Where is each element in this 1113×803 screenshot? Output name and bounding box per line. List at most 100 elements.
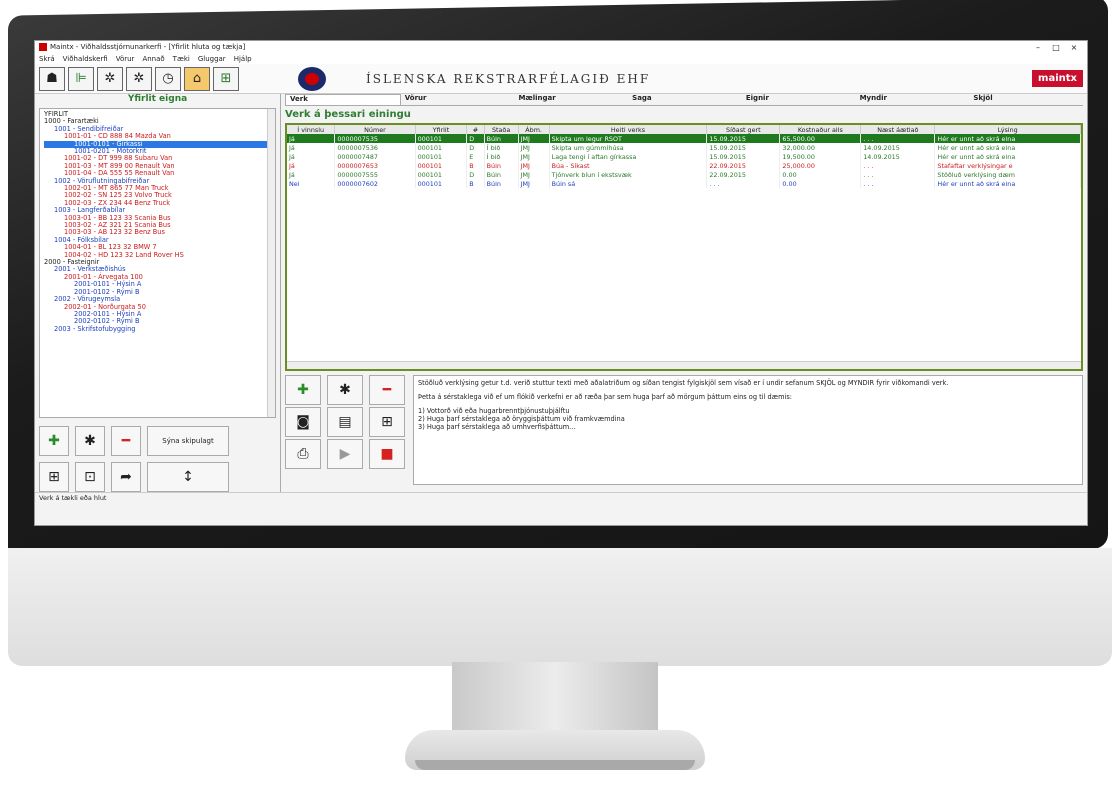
- menu-item-products[interactable]: Vörur: [116, 55, 135, 63]
- table-cell: Já: [287, 152, 336, 161]
- table-row[interactable]: Já 0000007536 000101 D Í bið JMJ Skipta um gúm…: [287, 143, 1081, 152]
- table-cell: 0.00: [779, 179, 862, 188]
- table-cell: Já: [287, 134, 336, 143]
- tab-documents[interactable]: Skjöl: [969, 94, 1083, 105]
- main-body: Yfirlit eigna YFIRLIT 1000 - Farartæki 100…: [35, 94, 1087, 492]
- notes-paragraph-2: Þetta á sérstaklega við ef um flókið ver…: [418, 393, 793, 401]
- monitor-chin: [8, 548, 1112, 666]
- tab-measurements[interactable]: Mælingar: [514, 94, 628, 105]
- add-task-icon[interactable]: ✚: [285, 375, 321, 405]
- table-cell: 000101: [415, 170, 468, 179]
- printer-icon[interactable]: ⎙: [285, 439, 321, 469]
- menu-item-tools[interactable]: Tæki: [173, 55, 190, 63]
- play-icon[interactable]: ▶: [327, 439, 363, 469]
- table-cell: JMJ: [518, 143, 550, 152]
- expand-vertical-icon[interactable]: ↕: [147, 462, 229, 492]
- column-header[interactable]: Lýsing: [934, 125, 1081, 134]
- task-settings-icon[interactable]: ✱: [327, 375, 363, 405]
- table-cell: Hér er unnt að skrá eina: [934, 143, 1081, 152]
- gears-icon[interactable]: ✲: [97, 66, 123, 91]
- table-cell: B: [466, 161, 485, 170]
- column-header[interactable]: Yfirlit: [415, 125, 468, 134]
- table-cell: 25,000.00: [779, 161, 862, 170]
- column-header[interactable]: Staða: [484, 125, 519, 134]
- column-header[interactable]: Síðast gert: [706, 125, 781, 134]
- column-header[interactable]: #: [466, 125, 485, 134]
- arrow-icon[interactable]: ➦: [111, 462, 141, 492]
- table-cell: JMJ: [518, 152, 550, 161]
- stop-icon[interactable]: ■: [369, 439, 405, 469]
- tree-scrollbar[interactable]: [267, 108, 275, 417]
- monitor-stand-base-shadow: [415, 760, 695, 770]
- monitor-stand-neck: [452, 662, 658, 736]
- column-header[interactable]: Í vinnslu: [287, 125, 336, 134]
- asset-tree[interactable]: YFIRLIT 1000 - Farartæki 1001 - Sendibifre…: [39, 107, 276, 418]
- remove-task-icon[interactable]: ━: [369, 375, 405, 405]
- table-cell: Já: [287, 161, 336, 170]
- table-row[interactable]: Já 0000007535 000101 D Búin JMJ Skipta um legu…: [287, 134, 1081, 143]
- menu-item-help[interactable]: Hjálp: [234, 55, 252, 63]
- column-header[interactable]: Næst áætlað: [860, 125, 936, 134]
- tab-products[interactable]: Vörur: [401, 94, 515, 105]
- column-header[interactable]: Kostnaður alls: [779, 125, 862, 134]
- grid-icon[interactable]: ⊞: [39, 462, 69, 492]
- settings-icon[interactable]: ✱: [75, 426, 105, 456]
- menu-item-file[interactable]: Skrá: [39, 55, 55, 63]
- table-cell: 000101: [415, 134, 468, 143]
- maximize-button[interactable]: □: [1047, 43, 1065, 52]
- menu-item-other[interactable]: Annað: [142, 55, 164, 63]
- remove-icon[interactable]: ━: [111, 426, 141, 456]
- add-icon[interactable]: ✚: [39, 426, 69, 456]
- right-panel: Verk Vörur Mælingar Saga Eignir Myndir S…: [281, 94, 1087, 492]
- table-cell: 14.09.2015: [860, 143, 936, 152]
- warehouse-icon[interactable]: ⌂: [184, 66, 210, 91]
- table-cell: 000101: [415, 161, 468, 170]
- table-cell: JMJ: [518, 134, 550, 143]
- table-cell: JMJ: [518, 170, 550, 179]
- table-cell: . . .: [860, 179, 936, 188]
- tab-history[interactable]: Saga: [628, 94, 742, 105]
- task-description[interactable]: Stöðluð verklýsing getur t.d. verið stut…: [413, 375, 1083, 485]
- tree-icon[interactable]: ⊫: [68, 66, 94, 91]
- grid-horizontal-scrollbar[interactable]: [287, 361, 1081, 369]
- add-document-icon[interactable]: ⊞: [369, 407, 405, 437]
- table-cell: 000101: [415, 179, 468, 188]
- gears-alt-icon[interactable]: ✲: [126, 66, 152, 91]
- table-row[interactable]: Já 0000007487 000101 E Í bið JMJ Laga tengi í …: [287, 152, 1081, 161]
- table-cell: 0000007535: [334, 134, 416, 143]
- table-cell: Tjónverk bíun í ekstsvæk: [549, 170, 708, 179]
- column-header[interactable]: Ábm.: [518, 125, 550, 134]
- tab-assets[interactable]: Eignir: [742, 94, 856, 105]
- show-structured-button[interactable]: Sýna skipulagt: [147, 426, 229, 456]
- minimize-button[interactable]: –: [1029, 43, 1047, 52]
- table-cell: E: [466, 152, 485, 161]
- tab-tasks[interactable]: Verk: [285, 94, 401, 105]
- status-bar: Verk á tækli eða hlut: [35, 492, 1087, 502]
- cart-icon[interactable]: ⊞: [213, 66, 239, 91]
- close-button[interactable]: ×: [1065, 43, 1083, 52]
- table-row[interactable]: Já 0000007555 000101 D Búin JMJ Tjónverk bíun …: [287, 170, 1081, 179]
- table-cell: Búin: [484, 134, 519, 143]
- table-cell: 0000007536: [334, 143, 416, 152]
- tab-images[interactable]: Myndir: [856, 94, 970, 105]
- column-header[interactable]: Númer: [334, 125, 416, 134]
- table-row[interactable]: Já 0000007653 000101 B Búin JMJ Búa - Síkast 22…: [287, 161, 1081, 170]
- gauge-icon[interactable]: ◷: [155, 66, 181, 91]
- column-header[interactable]: Heiti verks: [549, 125, 708, 134]
- table-row[interactable]: Nei 0000007602 000101 B Búin JMJ Búin sá. . .0…: [287, 179, 1081, 188]
- brand-logo: maintx: [1032, 70, 1083, 87]
- menu-item-windows[interactable]: Gluggar: [198, 55, 226, 63]
- add-box-icon[interactable]: ⊡: [75, 462, 105, 492]
- users-icon[interactable]: ☗: [39, 66, 65, 91]
- table-cell: 14.09.2015: [860, 152, 936, 161]
- camera-icon[interactable]: ◙: [285, 407, 321, 437]
- stage: Maintx - Viðhaldsstjórnunarkerfi - [Yfir…: [0, 0, 1113, 803]
- document-icon[interactable]: ▤: [327, 407, 363, 437]
- tree-node[interactable]: 2003 - Skrifstofubygging: [44, 325, 271, 333]
- table-cell: . . .: [860, 161, 936, 170]
- tab-bar: Verk Vörur Mælingar Saga Eignir Myndir S…: [285, 94, 1083, 106]
- table-cell: . . .: [860, 134, 936, 143]
- table-cell: Skipta um gúmmíhúsa: [549, 143, 708, 152]
- menu-item-maintenance[interactable]: Viðhaldskerfi: [63, 55, 108, 63]
- screen: Maintx - Viðhaldsstjórnunarkerfi - [Yfir…: [34, 40, 1088, 526]
